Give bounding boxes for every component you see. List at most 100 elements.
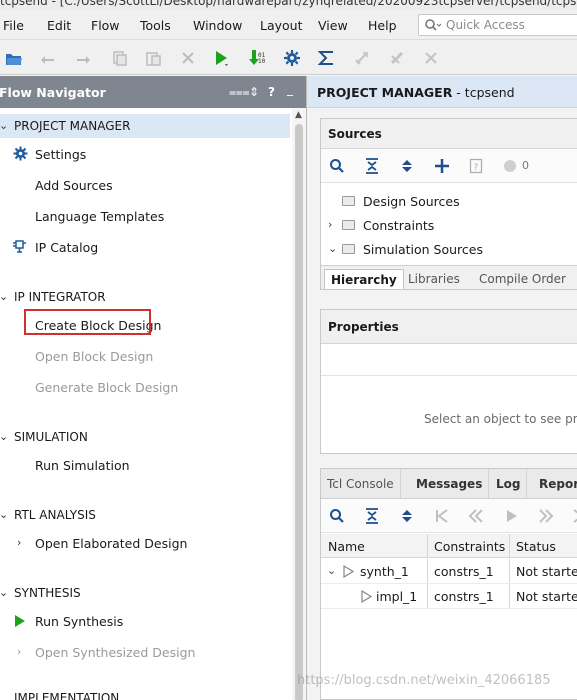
sources-count: 0 — [522, 159, 529, 172]
properties-title: Properties — [328, 320, 399, 334]
column-constraints[interactable]: Constraints — [434, 539, 505, 554]
quick-access-input[interactable] — [446, 17, 576, 33]
tab-tcl-console[interactable]: Tcl Console — [321, 469, 401, 499]
section-project-manager[interactable]: ⌄ PROJECT MANAGER — [0, 114, 290, 138]
flow-navigator-title: Flow Navigator — [0, 85, 106, 100]
paste-icon[interactable] — [141, 47, 165, 69]
play-icon[interactable] — [501, 505, 523, 527]
chevron-down-icon[interactable]: ⌄ — [0, 508, 8, 521]
nav-item-run-simulation[interactable]: Run Simulation — [0, 453, 290, 477]
gear-icon — [13, 146, 28, 164]
tab-messages[interactable]: Messages — [410, 469, 490, 499]
nav-item-ip-catalog[interactable]: IP Catalog — [0, 235, 290, 259]
menu-view[interactable]: View — [318, 18, 348, 33]
minimize-icon[interactable]: _ — [287, 82, 293, 96]
settings-icon[interactable] — [280, 47, 304, 69]
undo-icon[interactable] — [36, 47, 60, 69]
chevron-down-icon[interactable]: ⌄ — [327, 564, 336, 577]
nav-item-open-block-design[interactable]: Open Block Design — [0, 344, 290, 368]
tab-hierarchy[interactable]: Hierarchy — [324, 269, 404, 289]
quick-access-box[interactable] — [418, 14, 577, 36]
chevron-right-icon[interactable]: › — [17, 536, 21, 549]
run-name: synth_1 — [360, 564, 409, 579]
last-icon[interactable] — [568, 505, 577, 527]
menu-flow[interactable]: Flow — [91, 18, 120, 33]
chevron-down-icon[interactable]: ⌄ — [0, 586, 8, 599]
section-simulation[interactable]: ⌄ SIMULATION — [0, 425, 290, 449]
column-separator[interactable] — [427, 534, 428, 558]
copy-icon[interactable] — [107, 47, 131, 69]
flow-navigator-scrollbar[interactable]: ▲ — [292, 108, 306, 700]
source-properties-icon[interactable]: ? — [465, 155, 487, 177]
chevron-down-icon[interactable]: ⌄ — [328, 242, 337, 255]
chevron-right-icon[interactable]: › — [328, 218, 332, 231]
clear-icon[interactable] — [385, 47, 409, 69]
flow-navigator: Flow Navigator ⩶ ⇕ ? _ ▲ ⌄ PROJECT MANAG… — [0, 76, 307, 700]
run-status-icon — [361, 589, 373, 606]
menu-file[interactable]: File — [3, 18, 24, 33]
menu-layout[interactable]: Layout — [260, 18, 303, 33]
nav-item-generate-block-design[interactable]: Generate Block Design — [0, 375, 290, 399]
nav-item-settings[interactable]: Settings — [0, 142, 290, 166]
tree-item-design-sources[interactable]: Design Sources — [321, 189, 577, 213]
console-panel: Tcl Console Messages Log Reports — [320, 468, 577, 700]
column-name[interactable]: Name — [328, 539, 365, 554]
chevron-right-icon[interactable]: › — [17, 645, 21, 658]
delete-icon[interactable] — [176, 47, 200, 69]
nav-item-run-synthesis[interactable]: Run Synthesis — [0, 609, 290, 633]
previous-icon[interactable] — [465, 505, 487, 527]
help-icon[interactable]: ? — [268, 85, 275, 99]
chevron-down-icon[interactable]: ⌄ — [0, 290, 8, 303]
chevron-down-icon[interactable]: ⌄ — [0, 430, 8, 443]
expand-all-icon[interactable] — [396, 155, 418, 177]
search-icon[interactable] — [326, 505, 348, 527]
open-icon[interactable] — [2, 47, 26, 69]
section-implementation[interactable]: IMPLEMENTATION — [0, 686, 290, 700]
search-icon[interactable] — [326, 155, 348, 177]
section-label: IMPLEMENTATION — [14, 691, 120, 700]
column-separator[interactable] — [509, 534, 510, 558]
next-icon[interactable] — [535, 505, 557, 527]
collapse-all-icon[interactable]: ⩶ — [229, 85, 250, 100]
sigma-icon[interactable] — [314, 47, 338, 69]
tree-item-simulation-sources[interactable]: ⌄ Simulation Sources — [321, 237, 577, 261]
tab-reports[interactable]: Reports — [533, 469, 577, 499]
expand-all-icon[interactable] — [396, 505, 418, 527]
chevron-down-icon[interactable]: ⌄ — [0, 119, 8, 132]
tab-compile-order[interactable]: Compile Order — [473, 269, 572, 289]
menu-window[interactable]: Window — [193, 18, 242, 33]
tab-log[interactable]: Log — [490, 469, 528, 499]
flow-navigator-header: Flow Navigator ⩶ ⇕ ? _ — [0, 76, 306, 108]
run-icon[interactable] — [209, 47, 233, 69]
expand-all-icon[interactable]: ⇕ — [249, 85, 259, 99]
nav-item-add-sources[interactable]: Add Sources — [0, 173, 290, 197]
redo-icon[interactable] — [71, 47, 95, 69]
close-icon[interactable] — [419, 47, 443, 69]
scrollbar-thumb[interactable] — [295, 124, 303, 700]
add-icon[interactable] — [431, 155, 453, 177]
section-rtl-analysis[interactable]: ⌄ RTL ANALYSIS — [0, 503, 290, 527]
svg-text:?: ? — [474, 163, 479, 173]
nav-item-open-synthesized-design[interactable]: › Open Synthesized Design — [0, 640, 290, 664]
scroll-up-icon[interactable]: ▲ — [295, 110, 302, 120]
section-ip-integrator[interactable]: ⌄ IP INTEGRATOR — [0, 285, 290, 309]
program-device-icon[interactable]: 01 10 — [245, 47, 269, 69]
tree-item-constraints[interactable]: › Constraints — [321, 213, 577, 237]
tab-libraries[interactable]: Libraries — [402, 269, 466, 289]
menu-edit[interactable]: Edit — [47, 18, 71, 33]
menu-tools[interactable]: Tools — [140, 18, 171, 33]
nav-item-language-templates[interactable]: Language Templates — [0, 204, 290, 228]
column-separator — [427, 584, 428, 608]
column-status[interactable]: Status — [516, 539, 556, 554]
collapse-all-icon[interactable] — [361, 505, 383, 527]
first-icon[interactable] — [431, 505, 453, 527]
nav-item-label: Settings — [35, 147, 87, 162]
table-row[interactable]: impl_1 constrs_1 Not started — [321, 584, 577, 609]
run-synthesis-icon — [14, 614, 26, 631]
section-synthesis[interactable]: ⌄ SYNTHESIS — [0, 581, 290, 605]
nav-item-open-elaborated-design[interactable]: › Open Elaborated Design — [0, 531, 290, 555]
menu-help[interactable]: Help — [368, 18, 397, 33]
collapse-all-icon[interactable] — [361, 155, 383, 177]
table-row[interactable]: ⌄ synth_1 constrs_1 Not started — [321, 559, 577, 584]
cancel-run-icon[interactable] — [350, 47, 374, 69]
